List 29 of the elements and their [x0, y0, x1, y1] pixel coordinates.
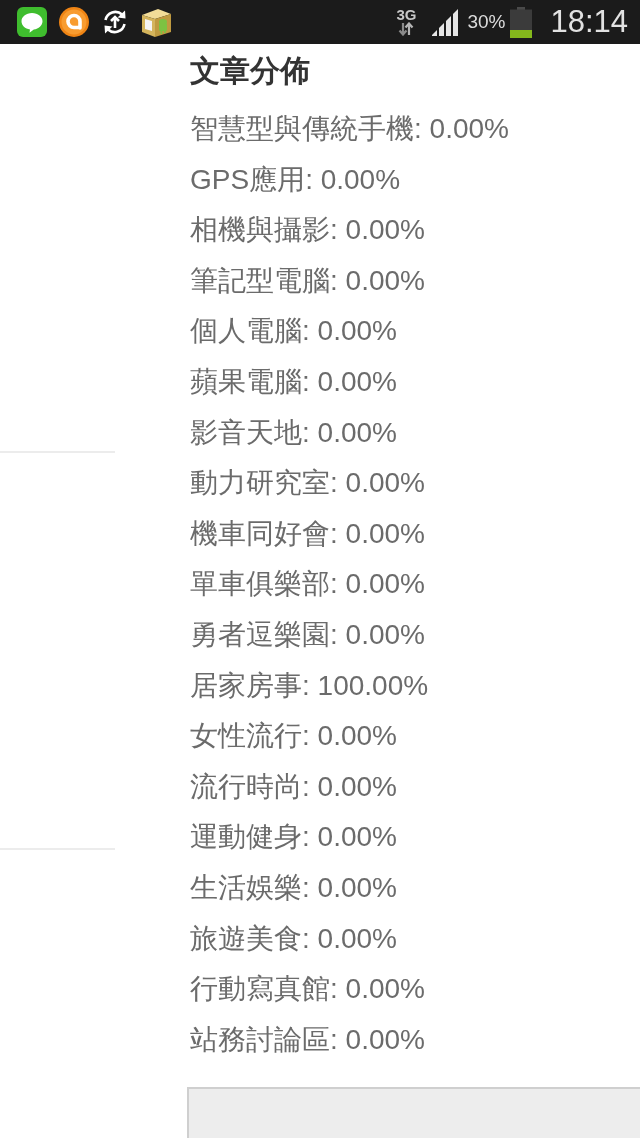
- distribution-row: 個人電腦: 0.00%: [190, 314, 397, 349]
- distribution-row: 女性流行: 0.00%: [190, 719, 397, 754]
- distribution-row: 生活娛樂: 0.00%: [190, 870, 397, 905]
- clock: 18:14: [550, 5, 628, 39]
- distribution-row: 旅遊美食: 0.00%: [190, 921, 397, 956]
- letter-a-icon: [59, 7, 89, 37]
- distribution-row: 單車俱樂部: 0.00%: [190, 567, 425, 602]
- network-type: 3G: [396, 8, 417, 21]
- chat-bubble-icon: [17, 7, 47, 37]
- distribution-row: 蘋果電腦: 0.00%: [190, 364, 397, 399]
- distribution-row: 影音天地: 0.00%: [190, 415, 397, 450]
- data-arrows-icon: [398, 22, 415, 36]
- distribution-row: 筆記型電腦: 0.00%: [190, 263, 425, 298]
- distribution-row: 運動健身: 0.00%: [190, 820, 397, 855]
- sync-upload-icon: [101, 8, 129, 36]
- distribution-row: 流行時尚: 0.00%: [190, 769, 397, 804]
- distribution-row: 機車同好會: 0.00%: [190, 516, 425, 551]
- distribution-row: GPS應用: 0.00%: [190, 162, 401, 197]
- distribution-row: 動力研究室: 0.00%: [190, 466, 425, 501]
- battery-icon: [510, 6, 533, 38]
- distribution-row: 相機與攝影: 0.00%: [190, 213, 425, 248]
- distribution-row: 智慧型與傳統手機: 0.00%: [190, 112, 509, 146]
- distribution-row: 站務討論區: 0.00%: [190, 1022, 425, 1057]
- battery-percent: 30%: [467, 11, 506, 33]
- section-title: 文章分佈: [190, 53, 310, 89]
- distribution-row: 勇者逗樂園: 0.00%: [190, 617, 425, 652]
- distribution-row: 行動寫真館: 0.00%: [190, 972, 425, 1007]
- package-icon: [141, 6, 172, 38]
- distribution-row: 居家房事: 100.00%: [190, 668, 429, 703]
